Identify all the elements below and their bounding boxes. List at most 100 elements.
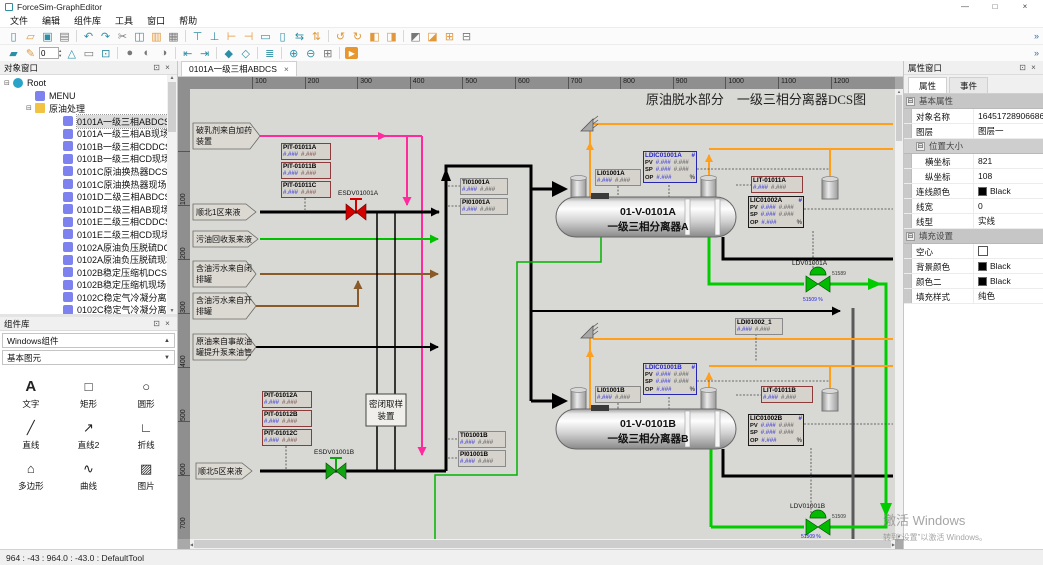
palette-item[interactable]: ▨ 图片: [117, 461, 175, 492]
toolbar-icon[interactable]: ▶: [345, 47, 358, 59]
tree-scrollbar[interactable]: ▲ ▼: [167, 75, 177, 314]
tab-properties[interactable]: 属性: [908, 77, 947, 93]
toolbar-icon[interactable]: ▰: [5, 46, 22, 61]
toolbar-icon[interactable]: ◇: [237, 46, 254, 61]
library-group-basic[interactable]: 基本图元 ▼: [2, 350, 175, 365]
panel-float-icon[interactable]: ⊡: [1017, 63, 1028, 72]
palette-item[interactable]: ∿ 曲线: [60, 461, 118, 492]
tree-item[interactable]: MENU: [0, 90, 177, 103]
instrument-pi-01001b[interactable]: PI01001B #.####.###: [458, 450, 506, 467]
toolbar-icon[interactable]: ▯: [5, 29, 22, 44]
instrument-ldi-01002-1[interactable]: LDI01002_1 #.####.###: [735, 318, 783, 335]
instrument-li-01001b[interactable]: LI01001B #.####.###: [595, 386, 641, 403]
toolbar-overflow-icon[interactable]: »: [1034, 48, 1039, 58]
scroll-thumb[interactable]: [168, 82, 176, 132]
toolbar-icon[interactable]: ▦: [165, 29, 182, 44]
toolbar-icon[interactable]: ⇥: [196, 46, 213, 61]
toolbar-icon[interactable]: ▣: [39, 29, 56, 44]
menu-item[interactable]: 文件: [3, 13, 35, 28]
tree-item[interactable]: 0102B稳定压缩机DCS: [0, 266, 177, 279]
toolbar-icon[interactable]: ▯: [274, 29, 291, 44]
instrument-lit-01011a[interactable]: LIT-01011A #.####.###: [751, 176, 803, 193]
palette-item[interactable]: □ 矩形: [60, 379, 118, 410]
controller-ldic01001a[interactable]: LDIC01001A# PV#.####.### SP#.####.### OP…: [643, 151, 697, 183]
panel-float-icon[interactable]: ⊡: [151, 63, 162, 72]
close-button[interactable]: ×: [1012, 2, 1038, 11]
vessel-01-V-0101B[interactable]: 01-V-0101B 一级三相分离器B: [556, 388, 736, 450]
tree-item[interactable]: 0101C原油换热器DCS: [0, 165, 177, 178]
toolbar-icon[interactable]: ✂: [114, 29, 131, 44]
tree-item[interactable]: 0101A一级三相AB现场: [0, 127, 177, 140]
menu-item[interactable]: 编辑: [35, 13, 67, 28]
valve-ldv01001b[interactable]: LDV01001B 51509 51509 %: [790, 503, 846, 539]
line-width-input[interactable]: [39, 47, 59, 59]
toolbar-icon[interactable]: ◧: [366, 29, 383, 44]
toolbar-icon[interactable]: ≣: [261, 46, 278, 61]
toolbar-icon[interactable]: ↺: [332, 29, 349, 44]
toolbar-icon[interactable]: ◪: [424, 29, 441, 44]
toolbar-icon[interactable]: ⇤: [179, 46, 196, 61]
library-group-windows[interactable]: Windows组件 ▲: [2, 333, 175, 348]
toolbar-icon[interactable]: ⊖: [302, 46, 319, 61]
instrument-pit-01011b[interactable]: PIT-01011B #.####.###: [281, 162, 331, 179]
panel-close-icon[interactable]: ×: [1028, 63, 1039, 72]
canvas-horizontal-scrollbar[interactable]: ◀ ▶: [190, 539, 895, 549]
palette-item[interactable]: ╱ 直线: [2, 420, 60, 451]
instrument-pit-01012c[interactable]: PIT-01012C #.####.###: [262, 429, 312, 446]
toolbar-icon[interactable]: ↻: [349, 29, 366, 44]
scroll-up-icon[interactable]: ▲: [170, 75, 175, 81]
property-row-line-width[interactable]: 线宽 0: [904, 199, 1043, 214]
drawing-canvas[interactable]: 原油脱水部分 一级三相分离器DCS图: [190, 89, 895, 539]
tree-item[interactable]: 0101D二级三相AB现场: [0, 203, 177, 216]
tree-item[interactable]: 0101E二级三相CD现场: [0, 228, 177, 241]
property-row-layer[interactable]: 图层 图层一: [904, 124, 1043, 139]
scroll-right-icon[interactable]: ▶: [892, 542, 895, 547]
palette-item[interactable]: ○ 圆形: [117, 379, 175, 410]
vessel-01-V-0101A[interactable]: 01-V-0101A 一级三相分离器A: [556, 176, 736, 238]
instrument-ti-01001a[interactable]: TI01001A #.####.###: [460, 178, 508, 195]
toolbar-icon[interactable]: ▤: [56, 29, 73, 44]
toolbar-icon[interactable]: ⊤: [189, 29, 206, 44]
property-group-position-size[interactable]: ⊟ 位置大小: [904, 139, 1043, 154]
toolbar-icon[interactable]: ↷: [97, 29, 114, 44]
toolbar-icon[interactable]: ↶: [80, 29, 97, 44]
toolbar-icon[interactable]: ⊣: [240, 29, 257, 44]
toolbar-icon[interactable]: ●: [121, 46, 138, 61]
property-row-fill-style[interactable]: 填充样式 纯色: [904, 289, 1043, 304]
instrument-pit-01011a[interactable]: PIT-01011A #.####.###: [281, 143, 331, 160]
panel-float-icon[interactable]: ⊡: [151, 319, 162, 328]
tree-item[interactable]: 0101B一级三相CDDCS: [0, 140, 177, 153]
tree-item[interactable]: 0102A原油负压脱硫DCS: [0, 241, 177, 254]
valve-esdv01001a[interactable]: ESDV01001A: [338, 190, 379, 220]
instrument-lit-01011b[interactable]: LIT-01011B #.####.###: [761, 386, 813, 403]
toolbar-icon[interactable]: ▥: [148, 29, 165, 44]
scroll-thumb[interactable]: [896, 95, 902, 141]
toolbar-icon[interactable]: ◑: [155, 46, 172, 61]
canvas-vertical-scrollbar[interactable]: ▲ ▼: [895, 89, 903, 539]
instrument-ti-01001b[interactable]: TI01001B #.####.###: [458, 431, 506, 448]
toolbar-icon[interactable]: ⊥: [206, 29, 223, 44]
palette-item[interactable]: ⌂ 多边形: [2, 461, 60, 492]
tree-item[interactable]: 0101E二级三相CDDCS: [0, 216, 177, 229]
instrument-pit-01012a[interactable]: PIT-01012A #.####.###: [262, 391, 312, 408]
palette-item[interactable]: ↗ 直线2: [60, 420, 118, 451]
tree-item[interactable]: 0101D二级三相ABDCS: [0, 190, 177, 203]
tree-item[interactable]: 0102C稳定气冷凝分离现场: [0, 304, 177, 314]
minimize-button[interactable]: —: [952, 2, 978, 11]
valve-ldv01001a[interactable]: LDV01001A 51589 51509 %: [792, 260, 846, 303]
toolbar-icon[interactable]: ▭: [257, 29, 274, 44]
instrument-li-01001a[interactable]: LI01001A #.####.###: [595, 169, 641, 186]
tree-expander-icon[interactable]: ⊟: [4, 79, 13, 87]
toolbar-icon[interactable]: ⊕: [285, 46, 302, 61]
tree-item[interactable]: 0101B一级三相CD现场: [0, 153, 177, 166]
tab-close-icon[interactable]: ×: [284, 64, 289, 74]
menu-item[interactable]: 工具: [108, 13, 140, 28]
scroll-up-icon[interactable]: ▲: [897, 89, 901, 94]
toolbar-overflow-icon[interactable]: »: [1034, 31, 1039, 41]
menu-item[interactable]: 组件库: [67, 13, 108, 28]
tree-item[interactable]: 0102B稳定压缩机现场: [0, 279, 177, 292]
property-row-object-name[interactable]: 对象名称 1645172890668648: [904, 109, 1043, 124]
tree-item[interactable]: 0102C稳定气冷凝分离DCS: [0, 291, 177, 304]
tree-item[interactable]: 0102A原油负压脱硫现场: [0, 253, 177, 266]
property-row-color2[interactable]: 颜色二 Black: [904, 274, 1043, 289]
